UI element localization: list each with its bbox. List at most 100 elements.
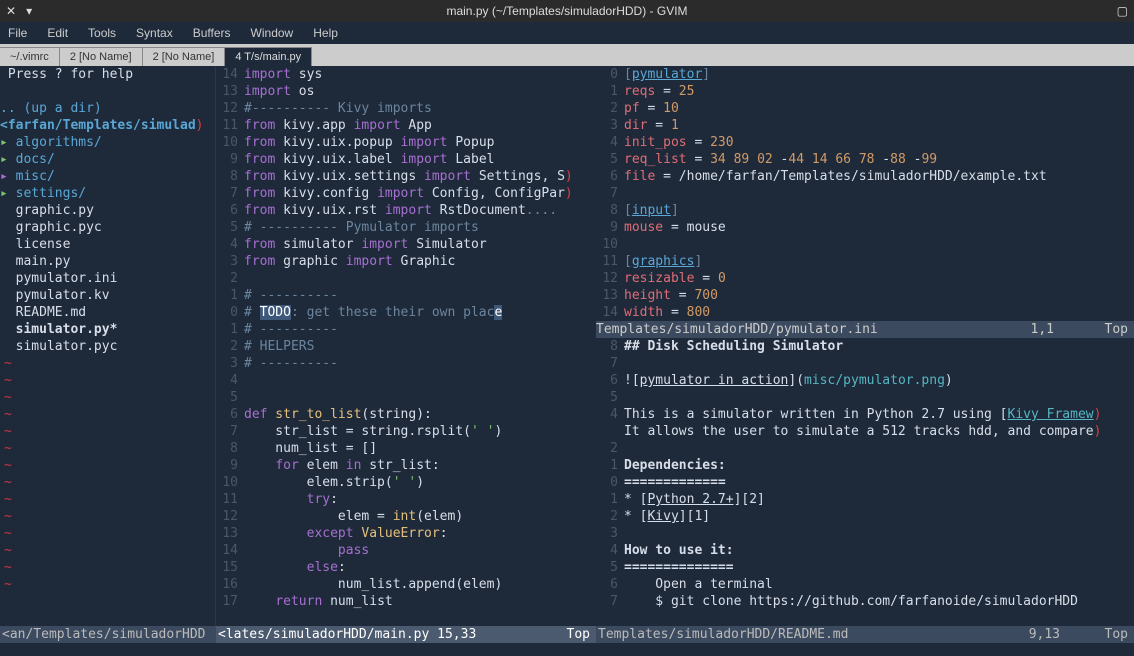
code-line[interactable]: 5req_list = 34 89 02 -44 14 66 78 -88 -9… (596, 151, 1134, 168)
code-line[interactable]: 3 (596, 525, 1134, 542)
code-line[interactable]: 4from simulator import Simulator (216, 236, 596, 253)
tree-item[interactable]: ▸ docs/ (0, 151, 215, 168)
menu-help[interactable]: Help (313, 26, 338, 40)
ini-code-pane[interactable]: 0[pymulator]1reqs = 252pf = 103dir = 14i… (596, 66, 1134, 321)
menu-window[interactable]: Window (251, 26, 294, 40)
code-line[interactable]: 10from kivy.uix.popup import Popup (216, 134, 596, 151)
menu-syntax[interactable]: Syntax (136, 26, 173, 40)
code-line[interactable]: 3from graphic import Graphic (216, 253, 596, 270)
code-line[interactable]: 8 num_list = [] (216, 440, 596, 457)
code-line[interactable]: 7from kivy.config import Config, ConfigP… (216, 185, 596, 202)
code-line[interactable]: 4init_pos = 230 (596, 134, 1134, 151)
code-line[interactable]: 11[graphics] (596, 253, 1134, 270)
code-line[interactable]: 13import os (216, 83, 596, 100)
code-line[interactable]: 15 else: (216, 559, 596, 576)
tree-item[interactable]: main.py (0, 253, 215, 270)
tree-item[interactable]: simulator.py* (0, 321, 215, 338)
code-line[interactable]: It allows the user to simulate a 512 tra… (596, 423, 1134, 440)
code-line[interactable]: 14import sys (216, 66, 596, 83)
maximize-icon[interactable]: ▢ (1117, 4, 1128, 18)
tree-item[interactable]: ▸ misc/ (0, 168, 215, 185)
code-line[interactable]: 9mouse = mouse (596, 219, 1134, 236)
code-line[interactable]: 14 pass (216, 542, 596, 559)
code-line[interactable]: 5 (216, 389, 596, 406)
code-line[interactable]: 6def str_to_list(string): (216, 406, 596, 423)
code-line[interactable]: 12 elem = int(elem) (216, 508, 596, 525)
code-line[interactable]: 10 (596, 236, 1134, 253)
code-line[interactable]: 13height = 700 (596, 287, 1134, 304)
code-line[interactable]: 7 str_list = string.rsplit(' ') (216, 423, 596, 440)
tree-item[interactable]: README.md (0, 304, 215, 321)
code-line[interactable]: 1reqs = 25 (596, 83, 1134, 100)
code-line[interactable]: 1# ---------- (216, 287, 596, 304)
tree-item[interactable]: license (0, 236, 215, 253)
code-line[interactable]: 13 except ValueError: (216, 525, 596, 542)
tab-vimrc[interactable]: ~/.vimrc (0, 47, 60, 66)
code-line[interactable]: 11 try: (216, 491, 596, 508)
tree-item[interactable]: pymulator.kv (0, 287, 215, 304)
code-line[interactable]: 5# ---------- Pymulator imports (216, 219, 596, 236)
menu-edit[interactable]: Edit (47, 26, 68, 40)
tree-item[interactable]: simulator.pyc (0, 338, 215, 355)
code-line[interactable]: 9from kivy.uix.label import Label (216, 151, 596, 168)
tree-item[interactable]: graphic.pyc (0, 219, 215, 236)
tree-item[interactable]: graphic.py (0, 202, 215, 219)
menu-tools[interactable]: Tools (88, 26, 116, 40)
code-line[interactable]: 8## Disk Scheduling Simulator (596, 338, 1134, 355)
code-line[interactable]: 2# HELPERS (216, 338, 596, 355)
menubar: File Edit Tools Syntax Buffers Window He… (0, 22, 1134, 44)
code-line[interactable]: 6 Open a terminal (596, 576, 1134, 593)
code-line[interactable]: 4 (216, 372, 596, 389)
code-line[interactable]: 3# ---------- (216, 355, 596, 372)
close-icon[interactable]: ✕ (6, 4, 16, 18)
code-line[interactable]: 5============== (596, 559, 1134, 576)
nerdtree-header: Press ? for help (0, 66, 215, 83)
code-line[interactable]: 2 (216, 270, 596, 287)
tab-mainpy[interactable]: 4 T/s/main.py (225, 47, 312, 66)
code-line[interactable]: 1Dependencies: (596, 457, 1134, 474)
code-line[interactable]: 8from kivy.uix.settings import Settings,… (216, 168, 596, 185)
ini-statusline: Templates/simuladorHDD/pymulator.ini 1,1… (596, 321, 1134, 338)
code-line[interactable]: 6![pymulator in action](misc/pymulator.p… (596, 372, 1134, 389)
code-line[interactable]: 6file = /home/farfan/Templates/simulador… (596, 168, 1134, 185)
code-line[interactable]: 4How to use it: (596, 542, 1134, 559)
readme-pane[interactable]: 8## Disk Scheduling Simulator76![pymulat… (596, 338, 1134, 626)
code-line[interactable]: 7 (596, 185, 1134, 202)
code-line[interactable]: 11from kivy.app import App (216, 117, 596, 134)
code-line[interactable]: 1# ---------- (216, 321, 596, 338)
code-line[interactable]: 8[input] (596, 202, 1134, 219)
code-line[interactable]: 4This is a simulator written in Python 2… (596, 406, 1134, 423)
code-line[interactable]: 12#---------- Kivy imports (216, 100, 596, 117)
code-line[interactable]: 0[pymulator] (596, 66, 1134, 83)
code-line[interactable]: 2* [Kivy][1] (596, 508, 1134, 525)
window-title: main.py (~/Templates/simuladorHDD) - GVI… (0, 4, 1134, 18)
code-line[interactable]: 3dir = 1 (596, 117, 1134, 134)
minimize-icon[interactable]: ▾ (26, 4, 32, 18)
code-line[interactable]: 12resizable = 0 (596, 270, 1134, 287)
menu-file[interactable]: File (8, 26, 27, 40)
tree-item[interactable]: pymulator.ini (0, 270, 215, 287)
code-line[interactable]: 16 num_list.append(elem) (216, 576, 596, 593)
code-line[interactable]: 10 elem.strip(' ') (216, 474, 596, 491)
nerdtree-updir[interactable]: .. (up a dir) (0, 100, 215, 117)
tree-item[interactable]: ▸ algorithms/ (0, 134, 215, 151)
nerdtree-pane[interactable]: Press ? for help .. (up a dir) <farfan/T… (0, 66, 216, 626)
code-line[interactable]: 2pf = 10 (596, 100, 1134, 117)
code-line[interactable]: 5 (596, 389, 1134, 406)
tab-noname2[interactable]: 2 [No Name] (143, 47, 226, 66)
code-line[interactable]: 17 return num_list (216, 593, 596, 610)
nerdtree-root[interactable]: <farfan/Templates/simulad (0, 117, 196, 134)
code-line[interactable]: 7 $ git clone https://github.com/farfano… (596, 593, 1134, 610)
menu-buffers[interactable]: Buffers (193, 26, 231, 40)
code-line[interactable]: 2 (596, 440, 1134, 457)
code-line[interactable]: 9 for elem in str_list: (216, 457, 596, 474)
code-line[interactable]: 7 (596, 355, 1134, 372)
code-line[interactable]: 6from kivy.uix.rst import RstDocument...… (216, 202, 596, 219)
code-line[interactable]: 0# TODO: get these their own place (216, 304, 596, 321)
code-line[interactable]: 1* [Python 2.7+][2] (596, 491, 1134, 508)
code-line[interactable]: 14width = 800 (596, 304, 1134, 321)
tab-noname1[interactable]: 2 [No Name] (60, 47, 143, 66)
main-code-pane[interactable]: 14import sys13import os12#---------- Kiv… (216, 66, 596, 626)
code-line[interactable]: 0============= (596, 474, 1134, 491)
tree-item[interactable]: ▸ settings/ (0, 185, 215, 202)
